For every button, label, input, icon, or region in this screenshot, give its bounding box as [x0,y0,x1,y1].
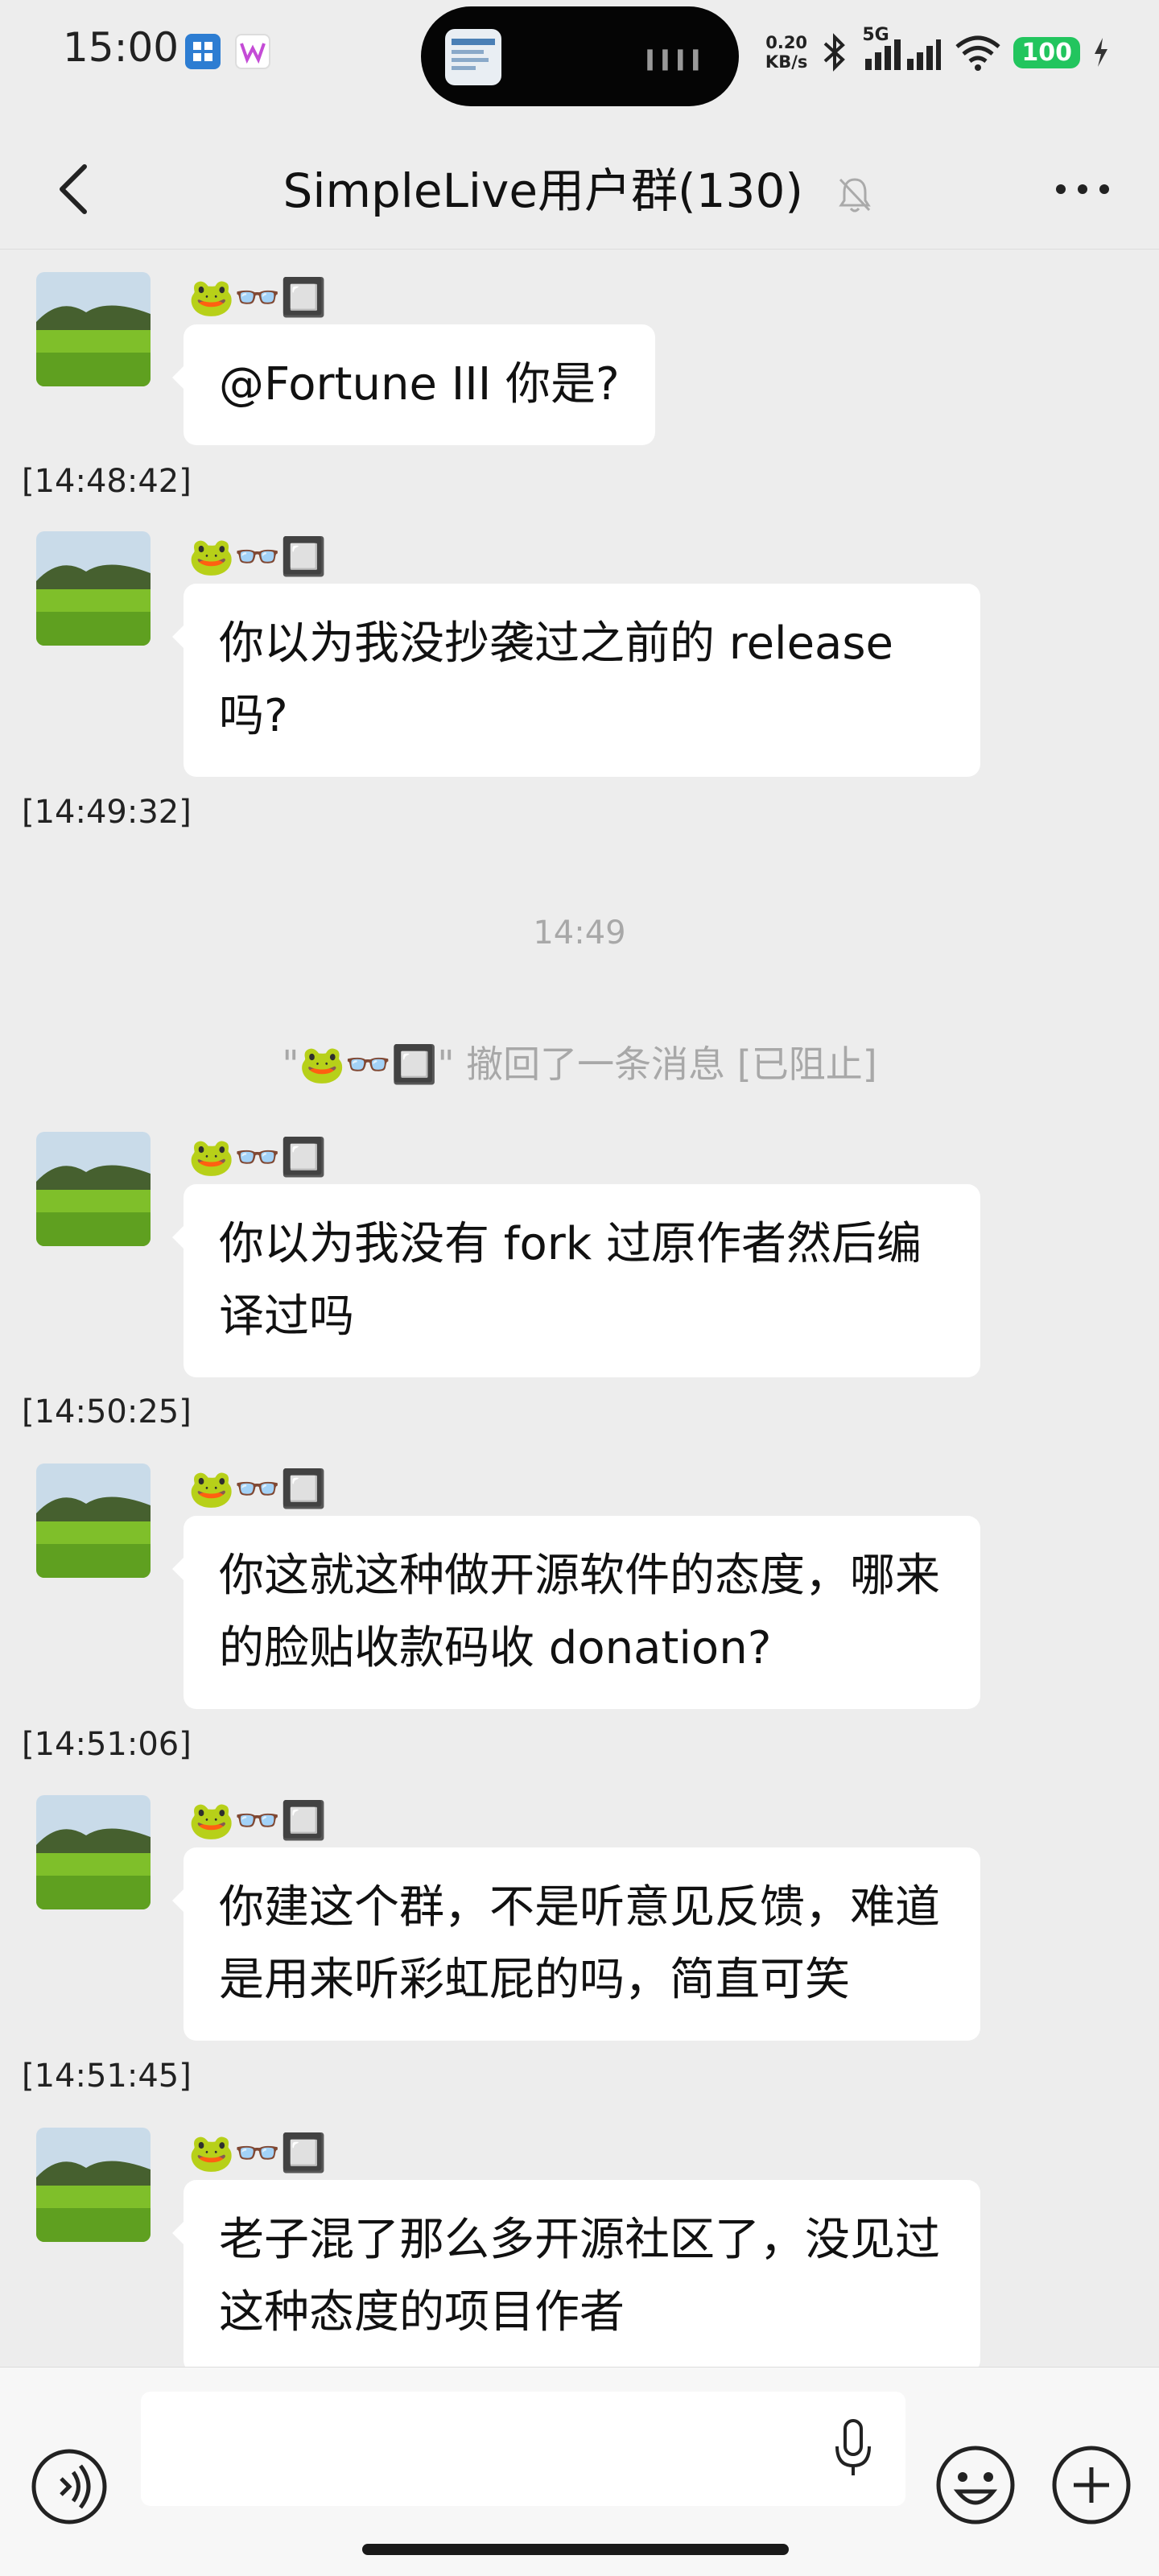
recall-notice: "🐸👓🔲" 撤回了一条消息 [已阻止] [282,1042,877,1086]
message-list[interactable]: 🐸👓🔲 @Fortune III 你是? [14:48:42] 🐸👓🔲 你以为我… [0,250,1159,2368]
status-indicators: 0.20 KB/s 5G 100 [765,24,1111,80]
message-timestamp: [14:49:32] [22,794,192,831]
bluetooth-icon [824,33,846,72]
message-bubble[interactable]: 你以为我没有 fork 过原作者然后编译过吗 [172,1184,980,1377]
emoji-icon[interactable] [934,2443,1017,2527]
message-input[interactable] [141,2392,905,2506]
chat-title[interactable]: SimpleLive用户群(130) [283,153,803,221]
sender-name: 🐸👓🔲 [188,1135,327,1179]
chat-title-row: SimpleLive用户群(130) [0,153,1159,221]
sender-name: 🐸👓🔲 [188,2131,327,2174]
sender-avatar[interactable] [36,1463,151,1578]
sender-name: 🐸👓🔲 [188,1798,327,1842]
message-bubble[interactable]: 老子混了那么多开源社区了，没见过这种态度的项目作者 [172,2180,980,2368]
center-time: 14:49 [533,914,626,952]
message-bubble[interactable]: 你以为我没抄袭过之前的 release 吗? [172,584,980,777]
message-timestamp: [14:51:06] [22,1726,192,1763]
sender-avatar[interactable] [36,1132,151,1246]
more-icon[interactable] [1046,157,1119,221]
sender-name: 🐸👓🔲 [188,535,327,578]
sender-name: 🐸👓🔲 [188,275,327,319]
audio-bars-icon: ▍▍▍▍ [647,51,708,71]
battery-indicator: 100 [1013,36,1080,68]
status-time: 15:00 [63,24,179,71]
mute-icon [839,178,872,213]
voice-icon[interactable] [29,2446,109,2527]
sender-avatar[interactable] [36,531,151,646]
plus-icon[interactable] [1050,2443,1133,2527]
message-timestamp: [14:51:45] [22,2058,192,2095]
sender-name: 🐸👓🔲 [188,1467,327,1510]
sender-avatar[interactable] [36,272,151,386]
charging-icon [1095,38,1107,67]
message-bubble[interactable]: 你这就这种做开源软件的态度，哪来的脸贴收款码收 donation? [172,1516,980,1709]
sender-avatar[interactable] [36,1795,151,1909]
dynamic-island[interactable]: ▍▍▍▍ [421,6,739,106]
mic-icon[interactable] [829,2416,877,2480]
app-icon-w [235,34,270,69]
message-timestamp: [14:48:42] [22,463,192,500]
message-bubble[interactable]: @Fortune III 你是? [172,324,655,445]
chat-header: SimpleLive用户群(130) [0,129,1159,250]
net-speed: 0.20 KB/s [765,33,808,72]
app-icon-blue [185,34,221,69]
status-bar: 15:00 ▍▍▍▍ 0.20 KB/s 5G 100 [0,0,1159,106]
sender-avatar[interactable] [36,2128,151,2242]
home-indicator[interactable] [362,2544,789,2555]
wifi-icon [955,35,1000,71]
message-timestamp: [14:50:25] [22,1393,192,1430]
island-thumbnail [445,29,501,85]
message-bubble[interactable]: 你建这个群，不是听意见反馈，难道是用来听彩虹屁的吗，简直可笑 [172,1847,980,2041]
signal-icon: 5G [862,25,942,75]
